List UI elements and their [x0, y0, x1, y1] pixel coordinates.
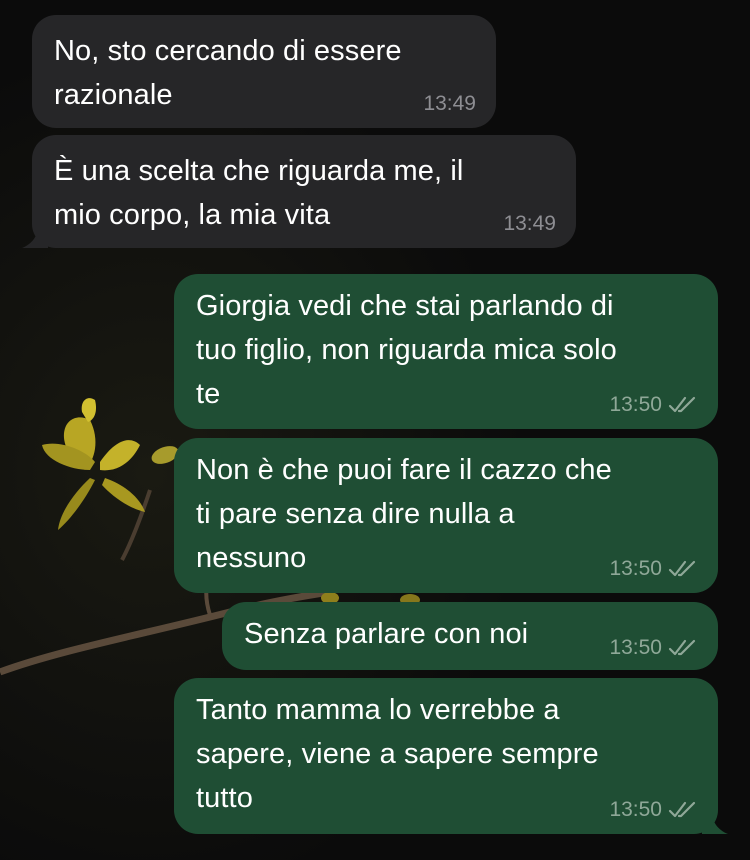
outgoing-message[interactable]: Non è che puoi fare il cazzo che ti pare… — [174, 438, 718, 593]
message-text: Giorgia vedi che stai parlando di tuo fi… — [196, 290, 617, 410]
message-text: È una scelta che riguarda me, il mio cor… — [54, 155, 464, 231]
message-timestamp: 13:50 — [609, 557, 662, 580]
outgoing-message[interactable]: Senza parlare con noi 13:50 — [222, 602, 718, 670]
double-check-icon — [668, 396, 696, 413]
double-check-icon — [668, 560, 696, 577]
message-meta: 13:50 — [609, 557, 698, 581]
message-timestamp: 13:49 — [503, 212, 556, 235]
outgoing-message[interactable]: Tanto mamma lo verrebbe a sapere, viene … — [174, 678, 728, 834]
message-text: No, sto cercando di essere razionale — [54, 35, 402, 111]
outgoing-message[interactable]: Giorgia vedi che stai parlando di tuo fi… — [174, 274, 718, 429]
message-meta: 13:49 — [503, 212, 556, 236]
message-text: Senza parlare con noi — [244, 618, 529, 650]
bubble-tail-icon — [22, 226, 48, 248]
message-timestamp: 13:50 — [609, 798, 662, 821]
incoming-message[interactable]: È una scelta che riguarda me, il mio cor… — [22, 135, 576, 248]
message-meta: 13:49 — [423, 92, 476, 116]
message-text: Non è che puoi fare il cazzo che ti pare… — [196, 454, 612, 574]
message-timestamp: 13:50 — [609, 636, 662, 659]
message-meta: 13:50 — [609, 393, 698, 417]
bubble-tail-icon — [702, 812, 728, 834]
message-text: Tanto mamma lo verrebbe a sapere, viene … — [196, 694, 599, 814]
message-meta: 13:50 — [609, 636, 698, 660]
double-check-icon — [668, 639, 696, 656]
incoming-message[interactable]: No, sto cercando di essere razionale 13:… — [32, 15, 496, 128]
message-timestamp: 13:50 — [609, 393, 662, 416]
message-meta: 13:50 — [609, 798, 698, 822]
double-check-icon — [668, 801, 696, 818]
message-timestamp: 13:49 — [423, 92, 476, 115]
